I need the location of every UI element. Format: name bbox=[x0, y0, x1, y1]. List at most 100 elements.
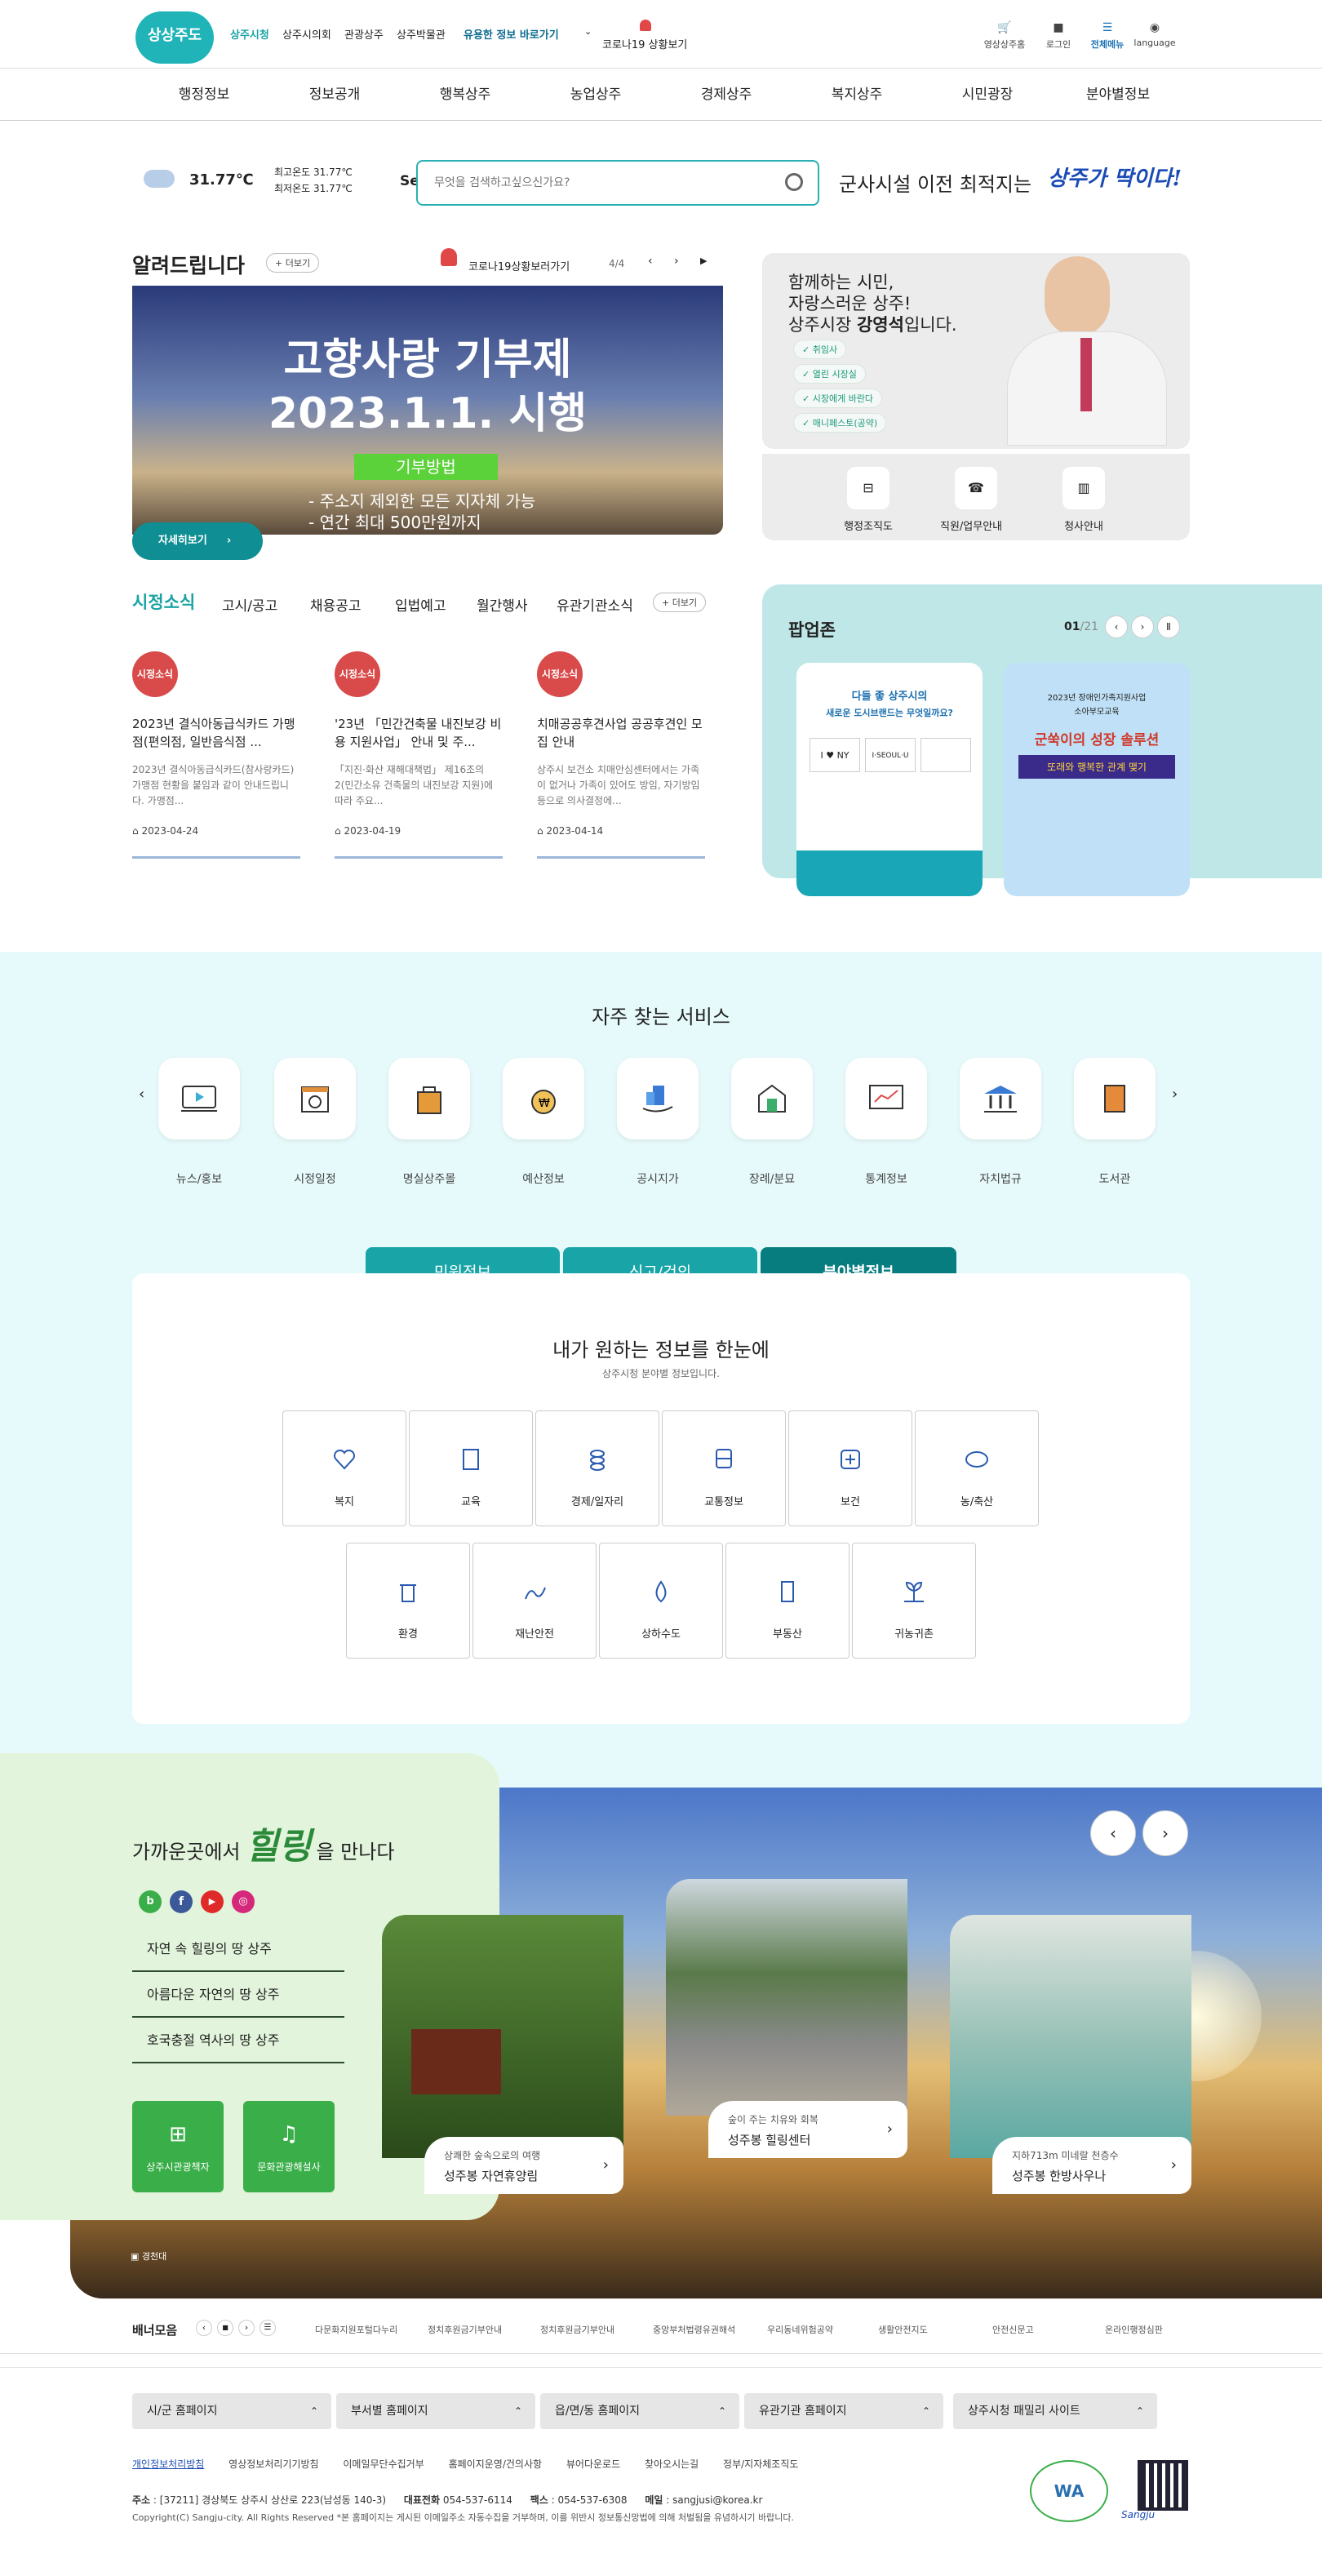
banner-item[interactable]: 중앙부처법령유권해석 bbox=[653, 2323, 735, 2336]
youtube-icon[interactable]: ▶ bbox=[201, 1890, 224, 1913]
dept-sites-select[interactable]: 부서별 홈페이지 ⌃ bbox=[336, 2393, 535, 2429]
healing-card[interactable]: 지하713m 미네랄 천층수 성주봉 한방사우나 › bbox=[992, 2137, 1191, 2194]
language-button[interactable]: ◉ language bbox=[1126, 21, 1183, 48]
category-environment[interactable]: 환경 bbox=[346, 1543, 470, 1659]
family-sites-select[interactable]: 상주시청 패밀리 사이트 ⌃ bbox=[953, 2393, 1157, 2429]
banner-item[interactable]: 우리동네위험공약 bbox=[767, 2323, 833, 2336]
pause-icon[interactable]: Ⅱ bbox=[1157, 615, 1180, 638]
next-icon[interactable]: › bbox=[1131, 615, 1154, 638]
prev-icon[interactable]: ‹ bbox=[648, 255, 653, 268]
city-news-more-button[interactable]: + 더보기 bbox=[653, 593, 707, 612]
mayor-tag-wish[interactable]: ✓ 시장에게 바란다 bbox=[793, 389, 883, 408]
nav-agri[interactable]: 농업상주 bbox=[530, 69, 661, 120]
footer-link-email[interactable]: 이메일무단수집거부 bbox=[343, 2458, 424, 2470]
covid-status-link[interactable]: 코로나19상황보러가기 bbox=[468, 258, 570, 273]
banner-item[interactable]: 다문화지원포털다누리 bbox=[315, 2323, 397, 2336]
category-traffic[interactable]: 교통정보 bbox=[662, 1410, 786, 1526]
tab-legislation[interactable]: 입법예고 bbox=[395, 594, 446, 615]
service-funeral[interactable]: 장례/분묘 bbox=[715, 1058, 829, 1187]
nav-admin[interactable]: 행정정보 bbox=[139, 69, 269, 120]
category-realestate[interactable]: 부동산 bbox=[725, 1543, 850, 1659]
tab-events[interactable]: 월간행사 bbox=[477, 594, 528, 615]
search-input[interactable] bbox=[434, 173, 761, 193]
service-bylaws[interactable]: 자치법규 bbox=[943, 1058, 1058, 1187]
service-schedule[interactable]: 시정일정 bbox=[258, 1058, 372, 1187]
service-library[interactable]: 도서관 bbox=[1058, 1058, 1172, 1187]
covid-link[interactable]: 코로나19 상황보기 bbox=[602, 36, 687, 51]
category-welfare[interactable]: 복지 bbox=[282, 1410, 406, 1526]
tour-booklet-button[interactable]: ⊞ 상주시관광책자 bbox=[132, 2101, 224, 2192]
mayor-tag-office[interactable]: ✓ 열린 시장실 bbox=[793, 364, 866, 384]
instagram-icon[interactable]: ◎ bbox=[232, 1890, 255, 1913]
nav-economy[interactable]: 경제상주 bbox=[661, 69, 792, 120]
notice-banner[interactable]: 고향사랑 기부제 2023.1.1. 시행 기부방법 - 주소지 제외한 모든 … bbox=[132, 286, 723, 535]
notice-more-button[interactable]: + 더보기 bbox=[266, 253, 320, 273]
search-icon[interactable] bbox=[785, 173, 803, 191]
stop-icon[interactable]: ■ bbox=[217, 2320, 233, 2336]
prev-icon[interactable]: ‹ bbox=[1090, 1810, 1136, 1856]
footer-link-operation[interactable]: 홈페이지운영/건의사항 bbox=[449, 2458, 542, 2470]
prev-icon[interactable]: ‹ bbox=[1105, 615, 1128, 638]
nav-welfare[interactable]: 복지상주 bbox=[792, 69, 922, 120]
guide-button[interactable]: ♫ 문화관광해설사 bbox=[243, 2101, 335, 2192]
news-card[interactable]: 시정소식 2023년 결식아동급식카드 가맹점(편의점, 일반음식점 ... 2… bbox=[132, 651, 300, 859]
city-sites-select[interactable]: 시/군 홈페이지 ⌃ bbox=[132, 2393, 331, 2429]
prev-icon[interactable]: ‹ bbox=[196, 2320, 212, 2336]
service-budget[interactable]: ₩ 예산정보 bbox=[486, 1058, 601, 1187]
agency-sites-select[interactable]: 유관기관 홈페이지 ⌃ bbox=[744, 2393, 943, 2429]
category-health[interactable]: 보건 bbox=[788, 1410, 912, 1526]
top-link-city[interactable]: 상주시청 bbox=[230, 26, 269, 42]
tab-agencies[interactable]: 유관기관소식 bbox=[557, 594, 633, 615]
footer-link-cctv[interactable]: 영상정보처리기기방침 bbox=[228, 2458, 318, 2470]
blog-icon[interactable]: b bbox=[139, 1890, 162, 1913]
news-card[interactable]: 시정소식 '23년 「민간건축물 내진보강 비용 지원사업」 안내 및 주...… bbox=[335, 651, 503, 859]
next-icon[interactable]: › bbox=[1172, 1086, 1178, 1103]
category-education[interactable]: 교육 bbox=[409, 1410, 533, 1526]
top-link-museum[interactable]: 상주박물관 bbox=[397, 26, 446, 42]
staff-link[interactable]: ☎ 직원/업무안내 bbox=[940, 467, 1002, 533]
popup-item-brand[interactable]: 다들 좋 상주시의 새로운 도시브랜드는 무엇일까요? I ♥ NY I·SEO… bbox=[796, 663, 983, 896]
service-mall[interactable]: 명실상주몰 bbox=[372, 1058, 486, 1187]
play-icon[interactable]: ▶ bbox=[700, 255, 707, 266]
news-card[interactable]: 시정소식 치매공공후견사업 공공후견인 모집 안내 상주시 보건소 치매안심센터… bbox=[537, 651, 705, 859]
healing-photo-forest[interactable] bbox=[382, 1915, 623, 2158]
healing-card[interactable]: 숲이 주는 치유와 회복 성주봉 힐링센터 › bbox=[708, 2101, 907, 2158]
mayor-tag-manifesto[interactable]: ✓ 매니페스토(공약) bbox=[793, 413, 887, 433]
banner-item[interactable]: 정치후원금기부안내 bbox=[540, 2323, 614, 2336]
category-economy[interactable]: 경제/일자리 bbox=[535, 1410, 659, 1526]
detail-button[interactable]: 자세히보기 › bbox=[132, 522, 263, 560]
footer-link-viewer[interactable]: 뷰어다운로드 bbox=[566, 2458, 620, 2470]
category-return-farming[interactable]: 귀농귀촌 bbox=[852, 1543, 976, 1659]
category-water[interactable]: 상하수도 bbox=[599, 1543, 723, 1659]
healing-photo-sauna[interactable] bbox=[950, 1915, 1191, 2158]
banner-item[interactable]: 온라인행정심판 bbox=[1105, 2323, 1163, 2336]
town-sites-select[interactable]: 읍/면/동 홈페이지 ⌃ bbox=[540, 2393, 739, 2429]
chevron-down-icon[interactable]: ⌄ bbox=[584, 26, 592, 37]
healing-photo-center[interactable] bbox=[666, 1879, 907, 2116]
healing-card[interactable]: 상쾌한 숲속으로의 여행 성주봉 자연휴양림 › bbox=[424, 2137, 623, 2194]
info-shortcut-link[interactable]: 유용한 정보 바로가기 bbox=[464, 26, 559, 42]
banner-item[interactable]: 정치후원금기부안내 bbox=[428, 2323, 502, 2336]
facebook-icon[interactable]: f bbox=[170, 1890, 193, 1913]
service-stats[interactable]: 통계정보 bbox=[829, 1058, 943, 1187]
sitemap-button[interactable]: 🛒 영상상주홈 bbox=[976, 21, 1033, 51]
healing-link-history[interactable]: 호국충절 역사의 땅 상주 bbox=[132, 2018, 344, 2063]
tab-notice[interactable]: 고시/공고 bbox=[222, 594, 277, 615]
nav-disclosure[interactable]: 정보공개 bbox=[269, 69, 400, 120]
tab-hiring[interactable]: 채용공고 bbox=[310, 594, 362, 615]
next-icon[interactable]: › bbox=[674, 255, 679, 268]
next-icon[interactable]: › bbox=[238, 2320, 255, 2336]
popup-item-parent-edu[interactable]: 2023년 장애인가족지원사업 소아부모교육 군쑥이의 성장 솔루션 또래와 행… bbox=[1004, 663, 1190, 896]
banner-item[interactable]: 안전신문고 bbox=[992, 2323, 1034, 2336]
top-link-tour[interactable]: 관광상주 bbox=[344, 26, 384, 42]
service-news[interactable]: 뉴스/홍보 bbox=[142, 1058, 256, 1187]
nav-citizen[interactable]: 시민광장 bbox=[922, 69, 1053, 120]
footer-link-privacy[interactable]: 개인정보처리방침 bbox=[132, 2458, 204, 2470]
healing-link-nature[interactable]: 자연 속 힐링의 땅 상주 bbox=[132, 1926, 344, 1972]
next-icon[interactable]: › bbox=[1142, 1810, 1188, 1856]
site-logo[interactable]: 상상주도 bbox=[135, 11, 214, 64]
banner-item[interactable]: 생활안전지도 bbox=[878, 2323, 928, 2336]
top-link-council[interactable]: 상주시의회 bbox=[282, 26, 331, 42]
building-link[interactable]: ▥ 청사안내 bbox=[1059, 467, 1108, 533]
footer-link-directions[interactable]: 찾아오시는길 bbox=[645, 2458, 699, 2470]
